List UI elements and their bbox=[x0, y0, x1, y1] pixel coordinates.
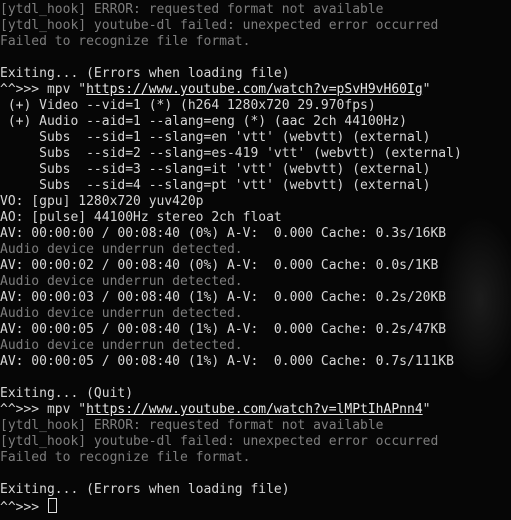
command-prefix: >>> mpv " bbox=[0, 0, 78, 1]
output-text: (+) Video --vid=1 (*) (h264 1280x720 29.… bbox=[0, 98, 376, 113]
output-text: Exiting... (Quit) bbox=[0, 386, 134, 401]
output-text: Subs --sid=3 --slang=it 'vtt' (webvtt) (… bbox=[0, 162, 431, 177]
output-text: AV: 00:00:00 / 00:08:40 (0%) A-V: 0.000 … bbox=[0, 226, 447, 241]
terminal-line: VO: [gpu] 1280x720 yuv420p bbox=[0, 194, 511, 210]
terminal-line: [ytdl_hook] ERROR: requested format not … bbox=[0, 2, 511, 18]
terminal-line: Audio device underrun detected. bbox=[0, 338, 511, 354]
terminal-line: Subs --sid=4 --slang=pt 'vtt' (webvtt) (… bbox=[0, 178, 511, 194]
output-text: [ytdl_hook] youtube-dl failed: unexpecte… bbox=[0, 18, 439, 33]
terminal-line: AV: 00:00:02 / 00:08:40 (0%) A-V: 0.000 … bbox=[0, 258, 511, 274]
url-link[interactable]: https://www.youtube.com/watch?v=pSvH9vH6… bbox=[86, 82, 423, 97]
terminal-window[interactable]: >>> mpv "https://www.youtube.com/watch?v… bbox=[0, 0, 511, 520]
terminal-line: AV: 00:00:05 / 00:08:40 (1%) A-V: 0.000 … bbox=[0, 354, 511, 370]
terminal-line: (+) Audio --aid=1 --alang=eng (*) (aac 2… bbox=[0, 114, 511, 130]
terminal-line: ^^>>> mpv "https://www.youtube.com/watch… bbox=[0, 82, 511, 98]
output-text: Audio device underrun detected. bbox=[0, 242, 243, 257]
output-text: AV: 00:00:02 / 00:08:40 (0%) A-V: 0.000 … bbox=[0, 258, 439, 273]
command-suffix: " bbox=[422, 82, 431, 97]
command-prefix: ^^>>> mpv " bbox=[0, 402, 87, 417]
output-text: Subs --sid=4 --slang=pt 'vtt' (webvtt) (… bbox=[0, 178, 431, 193]
terminal-line: Exiting... (Quit) bbox=[0, 386, 511, 402]
terminal-line: Exiting... (Errors when loading file) bbox=[0, 482, 511, 498]
terminal-line: AO: [pulse] 44100Hz stereo 2ch float bbox=[0, 210, 511, 226]
terminal-line: Audio device underrun detected. bbox=[0, 274, 511, 290]
output-text: AV: 00:00:03 / 00:08:40 (1%) A-V: 0.000 … bbox=[0, 290, 447, 305]
terminal-line: Failed to recognize file format. bbox=[0, 450, 511, 466]
output-text: VO: [gpu] 1280x720 yuv420p bbox=[0, 194, 204, 209]
output-text: [ytdl_hook] ERROR: requested format not … bbox=[0, 2, 384, 17]
terminal-line: [ytdl_hook] youtube-dl failed: unexpecte… bbox=[0, 434, 511, 450]
output-text: [ytdl_hook] ERROR: requested format not … bbox=[0, 418, 384, 433]
command-suffix: " bbox=[422, 402, 431, 417]
terminal-line: Subs --sid=2 --slang=es-419 'vtt' (webvt… bbox=[0, 146, 511, 162]
terminal-line: Exiting... (Errors when loading file) bbox=[0, 66, 511, 82]
terminal-line: (+) Video --vid=1 (*) (h264 1280x720 29.… bbox=[0, 98, 511, 114]
command-prefix: ^^>>> mpv " bbox=[0, 82, 87, 97]
shell-prompt: ^^>>> bbox=[0, 500, 47, 515]
output-text: Failed to recognize file format. bbox=[0, 450, 251, 465]
url-link[interactable]: https://www.youtube.com/watch?v=lMPtIhAP… bbox=[78, 0, 415, 1]
terminal-output: >>> mpv "https://www.youtube.com/watch?v… bbox=[0, 0, 511, 515]
output-text: Subs --sid=2 --slang=es-419 'vtt' (webvt… bbox=[0, 146, 462, 161]
terminal-line: Subs --sid=3 --slang=it 'vtt' (webvtt) (… bbox=[0, 162, 511, 178]
prompt-line[interactable]: ^^>>> bbox=[0, 498, 511, 515]
terminal-line: Subs --sid=1 --slang=en 'vtt' (webvtt) (… bbox=[0, 130, 511, 146]
output-text: AV: 00:00:05 / 00:08:40 (1%) A-V: 0.000 … bbox=[0, 322, 447, 337]
terminal-line: Audio device underrun detected. bbox=[0, 242, 511, 258]
terminal-line: AV: 00:00:03 / 00:08:40 (1%) A-V: 0.000 … bbox=[0, 290, 511, 306]
terminal-line: AV: 00:00:05 / 00:08:40 (1%) A-V: 0.000 … bbox=[0, 322, 511, 338]
url-link[interactable]: https://www.youtube.com/watch?v=lMPtIhAP… bbox=[86, 402, 423, 417]
output-text: Exiting... (Errors when loading file) bbox=[0, 482, 290, 497]
output-text: (+) Audio --aid=1 --alang=eng (*) (aac 2… bbox=[0, 114, 407, 129]
terminal-line: Failed to recognize file format. bbox=[0, 34, 511, 50]
output-text: Failed to recognize file format. bbox=[0, 34, 251, 49]
terminal-line: Audio device underrun detected. bbox=[0, 306, 511, 322]
output-text: [ytdl_hook] youtube-dl failed: unexpecte… bbox=[0, 434, 439, 449]
output-text: AV: 00:00:05 / 00:08:40 (1%) A-V: 0.000 … bbox=[0, 354, 454, 369]
output-text: Audio device underrun detected. bbox=[0, 274, 243, 289]
output-text: Exiting... (Errors when loading file) bbox=[0, 66, 290, 81]
command-suffix: " bbox=[415, 0, 423, 1]
terminal-line: ^^>>> mpv "https://www.youtube.com/watch… bbox=[0, 402, 511, 418]
output-text: AO: [pulse] 44100Hz stereo 2ch float bbox=[0, 210, 282, 225]
terminal-line: [ytdl_hook] youtube-dl failed: unexpecte… bbox=[0, 18, 511, 34]
output-text: Audio device underrun detected. bbox=[0, 338, 243, 353]
output-text: Subs --sid=1 --slang=en 'vtt' (webvtt) (… bbox=[0, 130, 431, 145]
output-text: Audio device underrun detected. bbox=[0, 306, 243, 321]
text-cursor[interactable] bbox=[47, 498, 57, 513]
terminal-line: AV: 00:00:00 / 00:08:40 (0%) A-V: 0.000 … bbox=[0, 226, 511, 242]
terminal-line: [ytdl_hook] ERROR: requested format not … bbox=[0, 418, 511, 434]
